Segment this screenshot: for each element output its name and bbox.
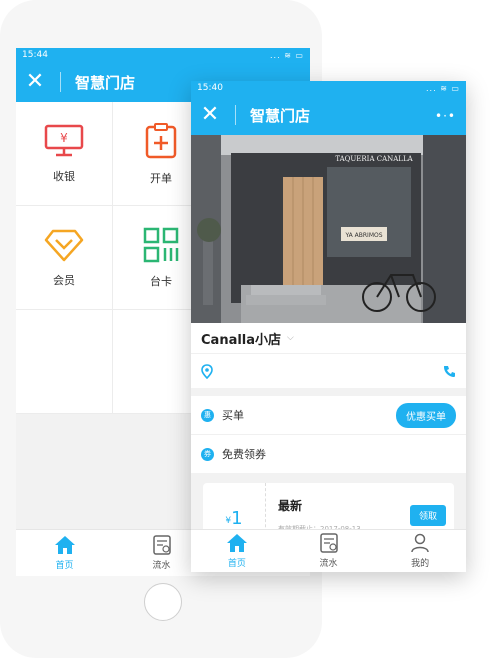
store-photo: YA ABRIMOS TAQUERIA CANALLA [191,135,466,323]
grid-item-cashier[interactable]: ¥ 收银 [16,102,113,206]
tab-bar: 首页 流水 我的 [191,529,466,572]
app-header: ✕ 智慧门店 •·• [191,95,466,135]
statement-icon [152,535,171,555]
tab-label: 首页 [55,561,74,571]
claim-coupon-button[interactable]: 领取 [409,505,446,526]
location-pin-icon[interactable] [201,363,213,379]
store-name-row[interactable]: Canalla小店 ⌵ [191,323,466,353]
app-title: 智慧门店 [250,106,311,125]
discount-badge: 惠 [201,408,214,422]
member-diamond-icon [44,229,84,261]
status-icons: ... ≋ ▭ [426,83,460,93]
pay-row: 惠 买单 优惠买单 [191,396,466,434]
store-sign-text: TAQUERIA CANALLA [335,155,413,163]
grid-label: 收银 [53,169,75,183]
tab-label: 流水 [319,559,338,569]
tab-label: 首页 [227,559,246,569]
statement-icon [319,533,338,553]
table-card-qr-icon [143,227,179,262]
coupon-value: 1 [231,507,243,529]
phone-icon[interactable] [443,365,456,378]
grid-label: 会员 [53,273,75,287]
coupon-badge: 券 [201,447,214,461]
close-icon[interactable]: ✕ [24,71,46,93]
coupon-label: 免费领券 [222,448,266,461]
grid-label: 开单 [150,171,172,185]
header-divider [235,105,236,125]
order-clipboard-icon [145,122,177,158]
tab-label: 流水 [152,561,171,571]
chevron-down-icon: ⌵ [287,333,294,343]
grid-item-member[interactable]: 会员 [16,206,113,310]
tab-home[interactable]: 首页 [16,530,113,576]
tab-home[interactable]: 首页 [191,530,283,572]
home-icon [54,536,75,554]
status-time: 15:40 [197,83,223,93]
svg-text:¥: ¥ [60,131,68,145]
status-time: 15:44 [22,50,48,60]
location-row [191,353,466,388]
tab-statement[interactable]: 流水 [283,530,375,572]
header-divider [60,72,61,92]
pay-label: 买单 [222,409,244,422]
home-button[interactable] [144,583,182,621]
tab-profile[interactable]: 我的 [374,530,466,572]
grid-label: 台卡 [150,274,172,288]
close-icon[interactable]: ✕ [199,104,221,126]
door-sign-text: YA ABRIMOS [344,232,382,239]
status-icons: ... ≋ ▭ [270,50,304,60]
status-bar: 15:40 ... ≋ ▭ [191,81,466,95]
store-name: Canalla小店 [201,332,282,348]
profile-icon [411,533,429,553]
coupon-title: 最新 [278,499,303,513]
coupon-row[interactable]: 券 免费领券 [191,434,466,473]
status-bar: 15:44 ... ≋ ▭ [16,48,310,62]
more-options-icon[interactable]: •·• [435,109,456,123]
grid-item-empty [16,310,113,414]
app-title: 智慧门店 [75,73,136,92]
tab-label: 我的 [411,559,430,569]
home-icon [226,534,247,552]
storefront-image: YA ABRIMOS TAQUERIA CANALLA [191,135,466,323]
cashier-monitor-icon: ¥ [44,124,84,156]
front-screen: 15:40 ... ≋ ▭ ✕ 智慧门店 •·• YA ABRIMOS TAQU… [191,81,466,572]
discount-pay-button[interactable]: 优惠买单 [396,402,456,428]
